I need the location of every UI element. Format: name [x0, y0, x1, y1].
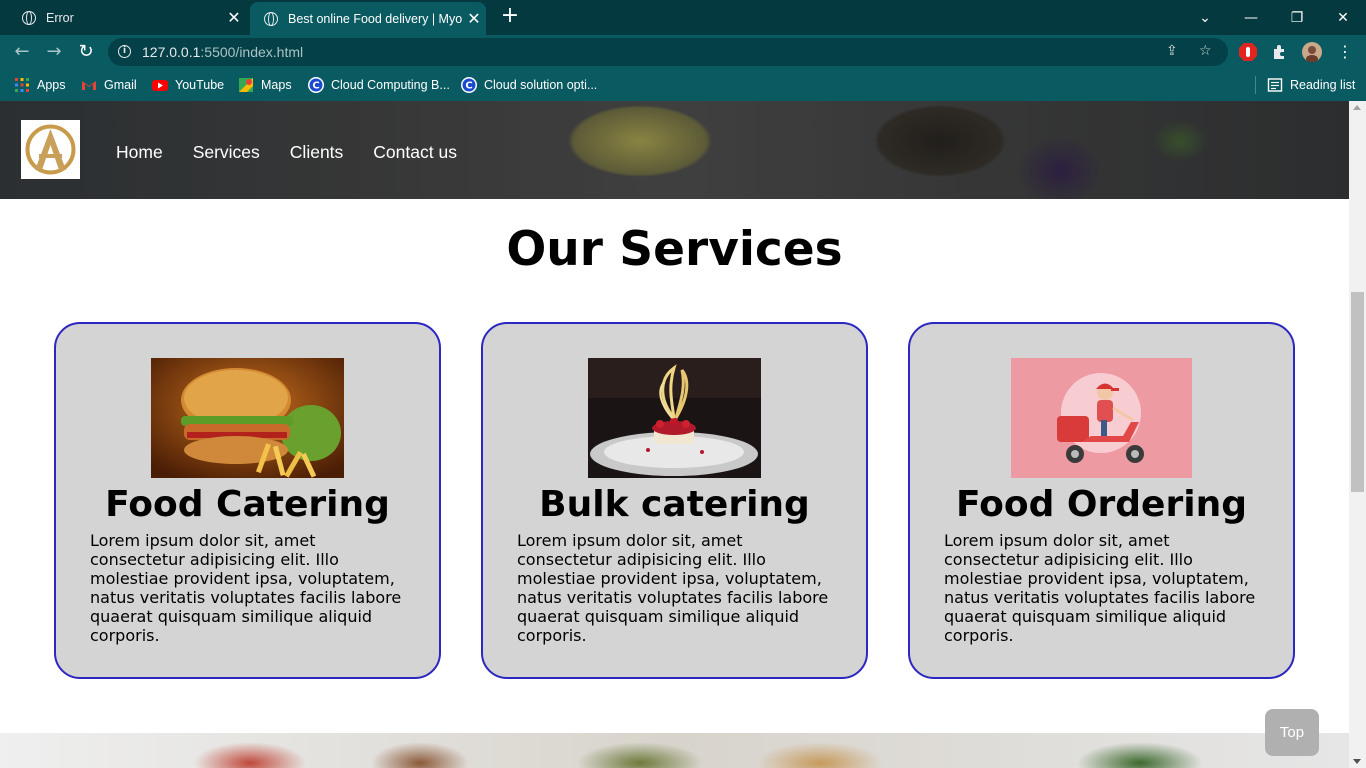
card-description: Lorem ipsum dolor sit, amet consectetur …: [90, 531, 402, 645]
reading-list-label: Reading list: [1290, 78, 1356, 92]
youtube-icon: [152, 80, 168, 91]
close-tab-icon[interactable]: ✕: [462, 9, 486, 29]
cloud-c-icon: C: [308, 77, 324, 93]
card-title: Food Catering: [105, 484, 390, 525]
bookmark-cloud-solution[interactable]: C Cloud solution opti...: [461, 69, 597, 101]
card-description: Lorem ipsum dolor sit, amet consectetur …: [517, 531, 829, 645]
service-card-food-catering: Food Catering Lorem ipsum dolor sit, ame…: [54, 322, 441, 679]
logo-a-monogram-icon: [25, 124, 76, 175]
nav-services[interactable]: Services: [193, 142, 260, 163]
service-card-food-ordering: Food Ordering Lorem ipsum dolor sit, ame…: [908, 322, 1295, 679]
tab-food-delivery[interactable]: Best online Food delivery | Myonl ✕: [250, 2, 486, 35]
maps-icon: [239, 78, 253, 92]
extensions-puzzle-icon[interactable]: [1270, 42, 1290, 62]
bookmark-cloud-computing[interactable]: C Cloud Computing B...: [308, 69, 450, 101]
back-arrow-icon[interactable]: ←: [9, 40, 35, 66]
scroll-down-arrow-icon[interactable]: [1353, 759, 1361, 764]
bookmark-label: Maps: [261, 78, 292, 92]
bookmark-maps[interactable]: Maps: [238, 69, 292, 101]
site-logo[interactable]: [21, 120, 80, 179]
page-scrollbar[interactable]: [1349, 101, 1366, 768]
bookmark-gmail[interactable]: Gmail: [81, 69, 137, 101]
nav-home[interactable]: Home: [116, 142, 163, 163]
bookmark-youtube[interactable]: YouTube: [152, 69, 224, 101]
next-section-food-background: [0, 733, 1349, 768]
apps-grid-icon: [15, 78, 29, 92]
scroll-to-top-button[interactable]: Top: [1265, 709, 1319, 756]
svg-text:C: C: [465, 81, 472, 92]
tab-error[interactable]: Error ✕: [8, 0, 246, 35]
bookmark-label: YouTube: [175, 78, 225, 92]
burger-fries-image: [151, 358, 344, 478]
card-title: Bulk catering: [539, 484, 810, 525]
browser-menu-icon[interactable]: ⋮: [1332, 40, 1358, 66]
service-card-bulk-catering: Bulk catering Lorem ipsum dolor sit, ame…: [481, 322, 868, 679]
url-text[interactable]: 127.0.0.1:5500/index.html: [142, 44, 303, 60]
url-host: 127.0.0.1: [142, 44, 201, 60]
scrollbar-thumb[interactable]: [1351, 292, 1364, 492]
browser-tab-strip: Error ✕ Best online Food delivery | Myon…: [0, 0, 1366, 35]
tab-title: Error: [46, 10, 74, 25]
svg-text:C: C: [312, 81, 319, 92]
globe-icon: [264, 11, 278, 26]
card-title: Food Ordering: [956, 484, 1247, 525]
url-path: :5500/index.html: [200, 44, 304, 60]
forward-arrow-icon[interactable]: →: [41, 40, 67, 66]
close-window-button[interactable]: ✕: [1320, 0, 1366, 35]
browser-toolbar: ← → ↻ i 127.0.0.1:5500/index.html ⇪ ☆ ⋮: [0, 35, 1366, 69]
main-navigation: Home Services Clients Contact us: [116, 142, 457, 163]
reading-list-button[interactable]: Reading list: [1267, 69, 1355, 101]
scroll-up-arrow-icon[interactable]: [1353, 105, 1361, 110]
share-icon[interactable]: ⇪: [1166, 43, 1178, 59]
bookmark-apps[interactable]: Apps: [14, 69, 66, 101]
plated-dessert-image: [588, 358, 761, 478]
tab-search-icon[interactable]: ⌄: [1182, 0, 1228, 35]
bookmark-label: Cloud Computing B...: [331, 78, 450, 92]
gmail-icon: [82, 81, 96, 90]
reading-list-icon: [1267, 78, 1283, 92]
tab-title: Best online Food delivery | Myonl: [288, 11, 462, 26]
new-tab-button[interactable]: +: [498, 5, 522, 29]
bookmarks-divider: [1255, 76, 1256, 94]
globe-icon: [22, 10, 36, 25]
nav-clients[interactable]: Clients: [290, 142, 344, 163]
services-heading: Our Services: [506, 222, 843, 277]
card-description: Lorem ipsum dolor sit, amet consectetur …: [944, 531, 1256, 645]
adblock-extension-icon[interactable]: [1238, 42, 1258, 62]
restore-button[interactable]: ❐: [1274, 0, 1320, 35]
web-page: Home Services Clients Contact us Our Ser…: [0, 101, 1349, 768]
bookmarks-bar: Apps Gmail YouTube Maps C Cloud Computin…: [0, 69, 1366, 101]
close-tab-icon[interactable]: ✕: [222, 8, 246, 28]
bookmark-label: Cloud solution opti...: [484, 78, 598, 92]
cloud-c-icon: C: [461, 77, 477, 93]
bookmark-label: Gmail: [104, 78, 137, 92]
profile-avatar[interactable]: [1302, 42, 1322, 62]
bookmark-label: Apps: [37, 78, 66, 92]
bookmark-star-icon[interactable]: ☆: [1199, 43, 1212, 59]
nav-contact-us[interactable]: Contact us: [373, 142, 457, 163]
site-info-icon[interactable]: i: [118, 45, 131, 58]
address-bar[interactable]: i 127.0.0.1:5500/index.html ⇪ ☆: [108, 38, 1228, 66]
minimize-button[interactable]: —: [1228, 0, 1274, 35]
delivery-scooter-image: [1011, 358, 1192, 478]
reload-icon[interactable]: ↻: [73, 40, 99, 66]
